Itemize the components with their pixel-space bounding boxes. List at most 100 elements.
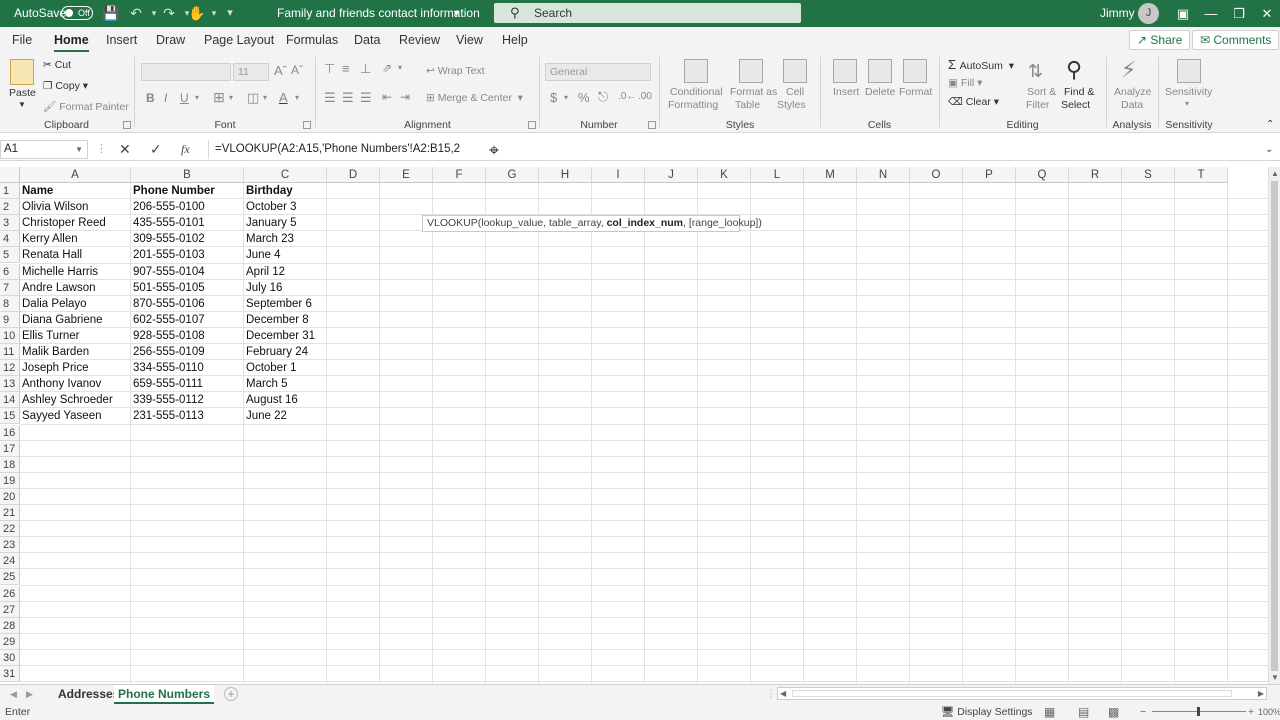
italic-icon[interactable]: I (164, 91, 167, 105)
row-header[interactable]: 15 (0, 408, 20, 425)
column-header[interactable]: T (1175, 167, 1228, 183)
zoom-slider-thumb[interactable] (1197, 707, 1200, 716)
column-header[interactable]: F (433, 167, 486, 183)
table-header-cell[interactable]: Name (20, 183, 131, 199)
sensitivity-button-label[interactable]: Sensitivity (1165, 86, 1212, 98)
clear-button[interactable]: ⌫ Clear ▾ (948, 96, 999, 108)
table-cell[interactable]: 309-555-0102 (131, 231, 244, 247)
column-header[interactable]: A (20, 167, 131, 183)
normal-view-icon[interactable]: ▦ (1044, 704, 1055, 720)
orientation-icon[interactable]: ⇗ (382, 61, 392, 75)
table-cell[interactable]: August 16 (244, 392, 327, 408)
table-cell[interactable]: Anthony Ivanov (20, 376, 131, 392)
column-header[interactable]: P (963, 167, 1016, 183)
column-header[interactable]: E (380, 167, 433, 183)
row-header[interactable]: 5 (0, 247, 20, 264)
percent-icon[interactable]: % (578, 90, 590, 105)
table-cell[interactable]: 334-555-0110 (131, 360, 244, 376)
comma-icon[interactable]: ⎋ (598, 89, 608, 105)
align-bottom-icon[interactable]: ⊥ (360, 61, 371, 77)
cell-styles-label-2[interactable]: Styles (777, 99, 806, 111)
new-sheet-icon[interactable]: + (224, 687, 238, 701)
zoom-level[interactable]: 100% (1258, 704, 1280, 720)
table-cell[interactable]: 256-555-0109 (131, 344, 244, 360)
table-cell[interactable]: Sayyed Yaseen (20, 408, 131, 424)
table-cell[interactable]: Renata Hall (20, 247, 131, 263)
underline-icon[interactable]: U (180, 91, 189, 105)
name-box[interactable]: A1 ▼ (0, 140, 88, 159)
wrap-text-button[interactable]: ↩ Wrap Text (426, 65, 485, 77)
table-cell[interactable]: October 1 (244, 360, 327, 376)
table-cell[interactable]: 231-555-0113 (131, 408, 244, 424)
column-header[interactable]: H (539, 167, 592, 183)
row-header[interactable]: 7 (0, 279, 20, 296)
table-cell[interactable]: Christoper Reed (20, 215, 131, 231)
find-select-label[interactable]: Find & (1064, 86, 1094, 98)
font-size-select[interactable]: 11 (233, 63, 269, 81)
tab-draw[interactable]: Draw (156, 27, 185, 53)
paste-label[interactable]: Paste (9, 87, 36, 99)
find-select-icon[interactable]: ⚲ (1066, 57, 1082, 83)
horizontal-scroll-thumb[interactable] (792, 690, 1232, 697)
table-cell[interactable]: Malik Barden (20, 344, 131, 360)
row-header[interactable]: 18 (0, 456, 20, 473)
name-box-dropdown-icon[interactable]: ▼ (75, 141, 83, 158)
row-header[interactable]: 24 (0, 553, 20, 570)
underline-dropdown-icon[interactable]: ▾ (195, 93, 199, 102)
customize-qat-icon[interactable]: ▾ (221, 5, 239, 22)
find-select-label-2[interactable]: Select (1061, 99, 1090, 111)
align-middle-icon[interactable]: ≡ (342, 61, 350, 76)
table-cell[interactable]: January 5 (244, 215, 327, 231)
fill-color-icon[interactable]: ◫ (247, 90, 259, 106)
font-launcher-icon[interactable] (303, 121, 311, 129)
cut-button[interactable]: ✂ Cut (43, 59, 71, 71)
table-cell[interactable]: Ellis Turner (20, 328, 131, 344)
table-cell[interactable]: 870-555-0106 (131, 296, 244, 312)
format-as-table-label[interactable]: Format as (730, 86, 777, 98)
collapse-ribbon-icon[interactable]: ⌃ (1266, 119, 1274, 130)
row-header[interactable]: 29 (0, 633, 20, 650)
autosum-button[interactable]: Σ AutoSum ▾ (948, 57, 1014, 72)
bold-icon[interactable]: B (146, 91, 155, 105)
row-header[interactable]: 21 (0, 505, 20, 521)
align-top-icon[interactable]: ⊤ (324, 61, 335, 77)
row-header[interactable]: 10 (0, 327, 20, 344)
table-cell[interactable]: March 23 (244, 231, 327, 247)
delete-cells-label[interactable]: Delete (865, 86, 895, 98)
zoom-out-icon[interactable]: − (1140, 704, 1146, 720)
sheet-tab-phone-numbers[interactable]: Phone Numbers (114, 685, 215, 704)
row-header[interactable]: 9 (0, 311, 20, 328)
page-break-view-icon[interactable]: ▩ (1108, 704, 1119, 720)
tab-file[interactable]: File (12, 27, 32, 53)
number-format-select[interactable]: General (545, 63, 651, 81)
worksheet-grid[interactable]: ABCDEFGHIJKLMNOPQRST 1 2 3 4 5 6 7 8 9 10 11 12 13 14… (0, 167, 1268, 684)
table-cell[interactable]: 907-555-0104 (131, 264, 244, 280)
paste-dropdown-icon[interactable]: ▼ (18, 100, 26, 109)
zoom-in-icon[interactable]: + (1248, 704, 1254, 720)
format-as-table-icon[interactable] (739, 59, 763, 83)
increase-decimal-icon[interactable]: .0← (618, 91, 636, 102)
cell-styles-label[interactable]: Cell (786, 86, 804, 98)
table-cell[interactable]: December 8 (244, 312, 327, 328)
column-header[interactable]: B (131, 167, 244, 183)
table-cell[interactable]: 201-555-0103 (131, 247, 244, 263)
table-cell[interactable]: Joseph Price (20, 360, 131, 376)
decrease-font-icon[interactable]: Aˇ (291, 63, 303, 77)
table-cell[interactable]: 206-555-0100 (131, 199, 244, 215)
table-cell[interactable]: 339-555-0112 (131, 392, 244, 408)
search-box[interactable]: ⚲ Search (494, 3, 801, 23)
table-cell[interactable]: April 12 (244, 264, 327, 280)
borders-dropdown-icon[interactable]: ▾ (229, 93, 233, 102)
column-header[interactable]: G (486, 167, 539, 183)
tab-formulas[interactable]: Formulas (286, 27, 338, 53)
cancel-entry-icon[interactable]: ✕ (119, 140, 131, 159)
touch-mode-icon[interactable]: ✋ (188, 5, 206, 22)
table-cell[interactable]: July 16 (244, 280, 327, 296)
horizontal-scrollbar[interactable]: ◀ ▶ (777, 687, 1267, 700)
format-as-table-label-2[interactable]: Table (735, 99, 760, 111)
table-cell[interactable]: Olivia Wilson (20, 199, 131, 215)
decrease-decimal-icon[interactable]: .00 (638, 91, 652, 102)
tab-split-handle-icon[interactable]: ⋮ (766, 685, 776, 704)
orientation-dropdown-icon[interactable]: ▾ (398, 63, 402, 72)
number-launcher-icon[interactable] (648, 121, 656, 129)
